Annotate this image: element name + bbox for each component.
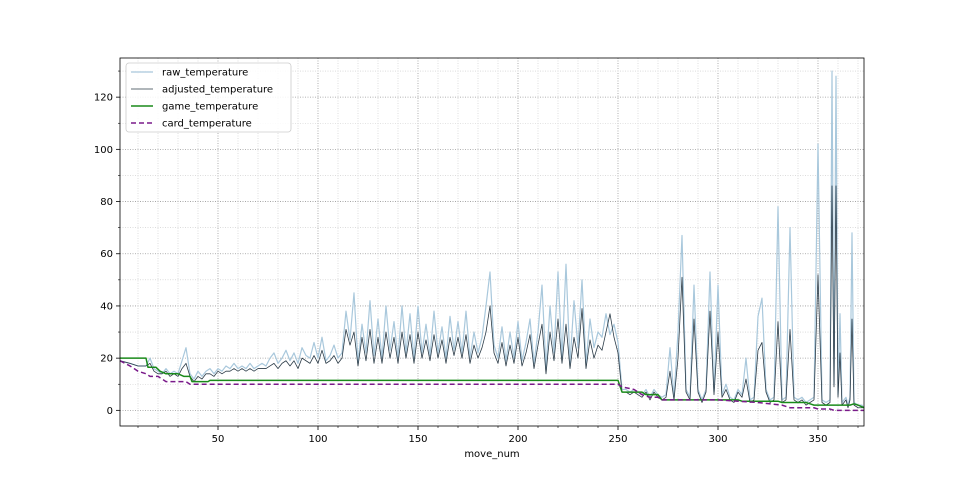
legend-label-raw_temperature: raw_temperature bbox=[162, 68, 248, 79]
x-axis-label: move_num bbox=[464, 449, 519, 460]
chart-figure: 50 100 150 200 250 300 350 0 20 40 60 80 100 120 move… bbox=[0, 0, 960, 480]
x-tick-label: 100 bbox=[308, 434, 327, 445]
y-tick-label: 0 bbox=[107, 406, 113, 417]
x-tick-label: 350 bbox=[808, 434, 827, 445]
legend-label-card_temperature: card_temperature bbox=[162, 119, 252, 130]
y-tick-label: 120 bbox=[94, 93, 113, 104]
y-tick-label: 80 bbox=[100, 197, 113, 208]
x-tick-label: 50 bbox=[212, 434, 225, 445]
line-chart: 50 100 150 200 250 300 350 0 20 40 60 80 100 120 move… bbox=[94, 57, 865, 460]
x-tick-label: 200 bbox=[508, 434, 527, 445]
x-tick-label: 150 bbox=[408, 434, 427, 445]
y-tick-label: 100 bbox=[94, 145, 113, 156]
y-tick-label: 60 bbox=[100, 249, 113, 260]
legend: raw_temperature adjusted_temperature game_… bbox=[125, 62, 292, 133]
series-line-card_temperature bbox=[119, 360, 864, 412]
x-tick-label: 250 bbox=[608, 434, 627, 445]
legend-label-game_temperature: game_temperature bbox=[162, 102, 258, 113]
x-tick-label: 300 bbox=[708, 434, 727, 445]
series-line-adjusted_temperature bbox=[119, 185, 864, 409]
y-tick-label: 20 bbox=[100, 354, 113, 365]
y-tick-label: 40 bbox=[100, 301, 113, 312]
legend-label-adjusted_temperature: adjusted_temperature bbox=[162, 85, 273, 96]
